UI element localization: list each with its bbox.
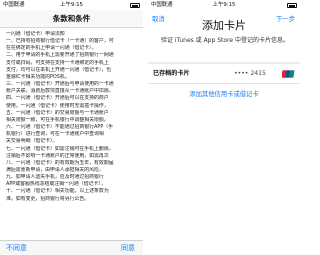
battery-icon bbox=[287, 3, 297, 8]
disagree-button[interactable]: 不同意 bbox=[6, 241, 27, 255]
saved-card-label: 已存档的卡片 bbox=[153, 70, 190, 77]
terms-line: 七、一闪通（借记卡）如需注销可在手机上删除， bbox=[6, 145, 114, 152]
saved-card-row[interactable]: 已存档的卡片 •••• 2415 bbox=[148, 64, 300, 84]
terms-line: 相关限额一致，可在手机银行中调整相关限额。 bbox=[6, 116, 109, 123]
terms-line: APP或客服热线冻结或注销一闪通（借记卡）， bbox=[6, 181, 106, 188]
page-title: 条款和条件 bbox=[52, 14, 91, 23]
page-subtitle: 验证 iTunes 或 App Store 中登记的卡片信息。 bbox=[161, 37, 289, 44]
terms-text: 一闪通（借记卡）申请须知 一、已持有招商银行借记卡（一卡通）的客户，可 在在绑定… bbox=[6, 31, 140, 203]
terms-line: 账户关联，消费后款项直接从一卡通账户中扣除， bbox=[6, 88, 114, 95]
page-title: 添加卡片 bbox=[202, 19, 246, 32]
content-area bbox=[148, 98, 300, 255]
terms-line: 机银行）进行查询，可在一卡通账户中查询相 bbox=[6, 131, 104, 138]
terms-line: 一、已持有招商银行借记卡（一卡通）的客户，可 bbox=[6, 38, 114, 45]
terms-line: 五、一闪通（借记卡）的交易限额与一卡通账户 bbox=[6, 109, 109, 116]
terms-line: 支付或扫码，可支持在支持一卡通绑定的手机上 bbox=[6, 59, 109, 66]
navigation-bar: 条款和条件 bbox=[0, 10, 143, 28]
terms-line: 满后需重新申请，由申请人承担相关的风险， bbox=[6, 166, 104, 173]
add-card-screen: 中国联通 上午9:15 取消 下一步 添加卡片 验证 iTunes 或 App … bbox=[148, 0, 300, 255]
battery-icon bbox=[130, 3, 140, 8]
bottom-toolbar: 不同意 同意 bbox=[0, 240, 143, 255]
agree-button[interactable]: 同意 bbox=[121, 241, 135, 255]
terms-line: 准。如有变更，招商银行将另行公告。 bbox=[6, 195, 90, 202]
terms-screen: 中国联通 上午9:15 条款和条件 一闪通（借记卡）申请须知 一、已持有招商银行… bbox=[0, 0, 143, 255]
card-number: •••• 2415 bbox=[234, 70, 266, 77]
terms-line: 六、一闪通（借记卡）不能通过招商银行APP（手 bbox=[6, 124, 114, 131]
terms-line: 一闪通（借记卡）申请须知 bbox=[6, 31, 65, 37]
status-time: 上午9:15 bbox=[60, 2, 83, 8]
terms-line: 在在绑定的手机上申请一闪通（借记卡）。 bbox=[6, 45, 97, 52]
status-bar: 中国联通 上午9:15 bbox=[148, 0, 300, 10]
terms-line: 注销后不影响一卡通账户的正常使用，如需再次 bbox=[6, 152, 109, 159]
terms-line: 八、一闪通（借记卡）的有效期为五年，有效期届 bbox=[6, 159, 114, 166]
terms-line: 二、用于申请的手机上需要开通了招商银行一网通 bbox=[6, 52, 114, 59]
terms-line: 九、如申请人遗失手机，应及时通过招商银行 bbox=[6, 174, 104, 181]
unionpay-icon bbox=[282, 70, 295, 78]
terms-line: 四、一闪通（借记卡）开通后可以在支持的商户 bbox=[6, 95, 109, 102]
terms-line: 使用，一闪通（借记卡）使用时无需插卡操作， bbox=[6, 102, 109, 109]
terms-line: 十、一闪通（借记卡）相关功能，以上述条款为 bbox=[6, 188, 109, 195]
status-bar: 中国联通 上午9:15 bbox=[0, 0, 143, 10]
status-time: 上午9:15 bbox=[212, 2, 236, 8]
terms-line: 金融IC卡相关功能的POS机。 bbox=[6, 73, 70, 80]
add-other-card-link[interactable]: 添加其他信用卡或借记卡 bbox=[148, 89, 300, 98]
terms-line: 关交易明细（借记卡）。 bbox=[6, 138, 58, 145]
terms-line: 支付，均可以在本机上开通一闪通（借记卡），也 bbox=[6, 66, 112, 73]
terms-line: 三、一闪通（借记卡）开通后与申请使用的一卡通 bbox=[6, 81, 114, 88]
